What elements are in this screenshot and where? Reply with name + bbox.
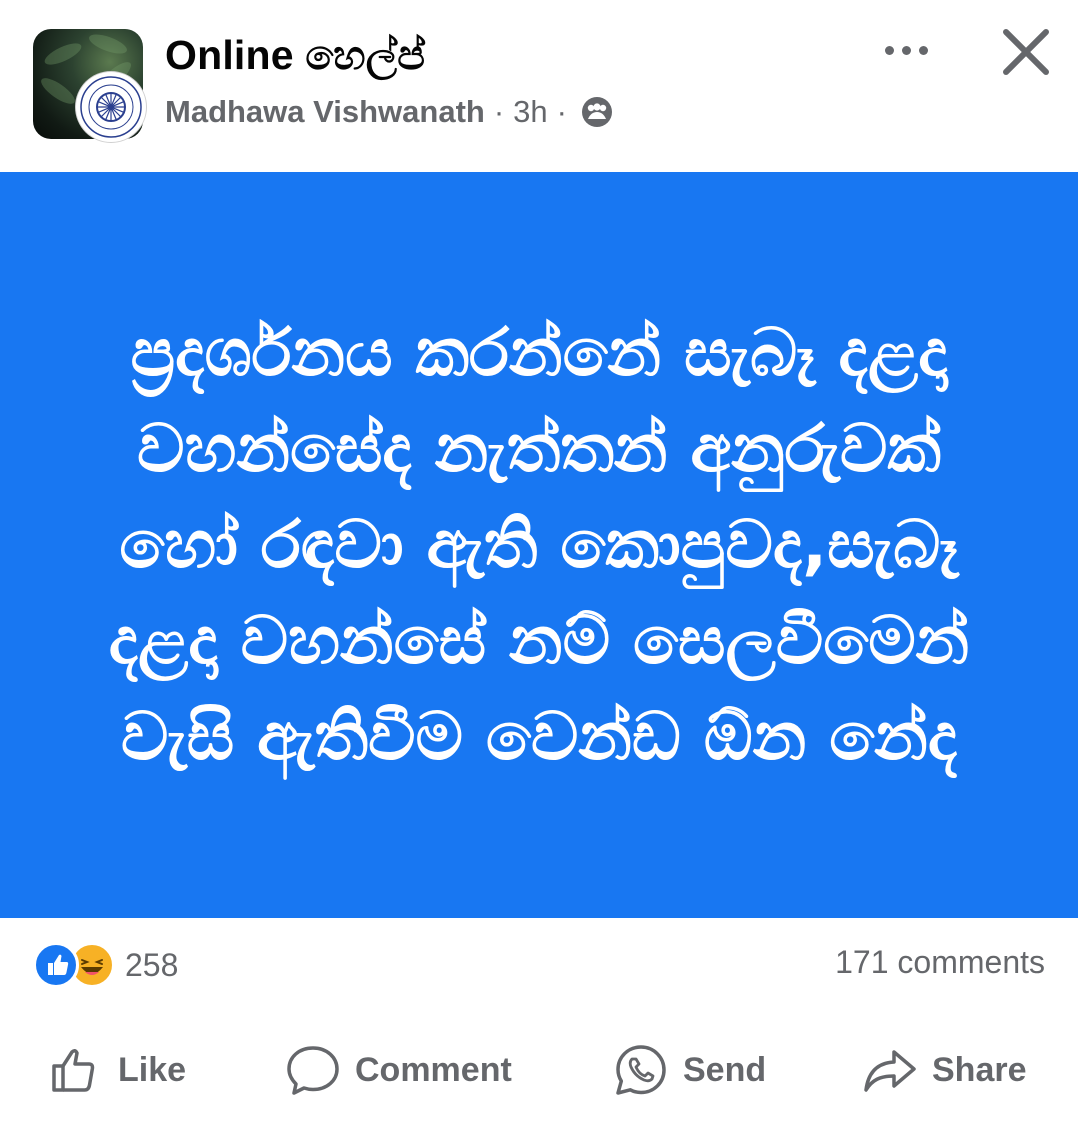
comment-label: Comment [355, 1050, 512, 1089]
comment-button[interactable]: Comment [285, 1030, 512, 1110]
group-members-icon [580, 95, 614, 129]
like-icon [52, 1048, 95, 1092]
action-bar: Like Comment Send Share [0, 1030, 1078, 1110]
whatsapp-icon [616, 1045, 666, 1095]
post-content[interactable]: ප්‍රදර්ශනය කරන්නේ සැබෑ දළදා වහන්සේද නැත්… [0, 172, 1078, 918]
post-text: ප්‍රදර්ශනය කරන්නේ සැබෑ දළදා වහන්සේද නැත්… [108, 314, 970, 775]
close-icon[interactable] [996, 22, 1056, 82]
like-reaction-icon [33, 942, 79, 988]
comments-count[interactable]: 171 comments [835, 944, 1045, 981]
author-avatar[interactable] [76, 72, 146, 142]
meta-separator: · [556, 94, 567, 129]
like-button[interactable]: Like [48, 1030, 186, 1110]
post-time[interactable]: 3h [513, 94, 547, 130]
post-header: Online හෙල්ප් Madhawa Vishwanath · 3h · [0, 0, 1078, 170]
author-name[interactable]: Madhawa Vishwanath [165, 94, 485, 130]
post-meta: Madhawa Vishwanath · 3h · [165, 94, 614, 130]
send-label: Send [683, 1050, 767, 1089]
group-name[interactable]: Online හෙල්ප් [165, 32, 425, 80]
meta-separator: · [493, 94, 505, 129]
reaction-count[interactable]: 258 [125, 947, 178, 984]
comment-icon [287, 1046, 339, 1095]
send-button[interactable]: Send [613, 1030, 766, 1110]
more-options-icon[interactable] [876, 30, 936, 70]
share-icon [864, 1050, 916, 1092]
reaction-summary[interactable]: 258 [33, 938, 178, 992]
share-label: Share [932, 1050, 1027, 1089]
like-label: Like [118, 1050, 187, 1089]
share-button[interactable]: Share [862, 1030, 1027, 1110]
